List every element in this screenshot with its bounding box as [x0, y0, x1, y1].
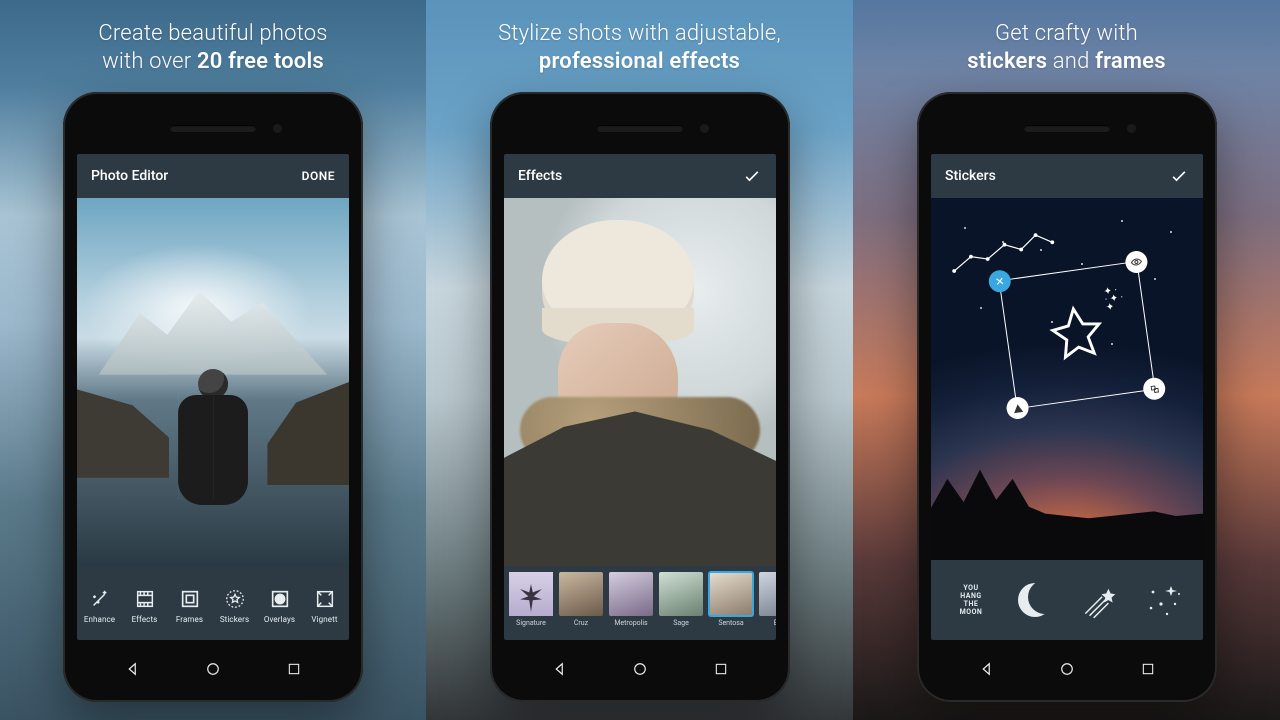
nav-recent-icon[interactable] — [710, 658, 732, 680]
effects-strip[interactable]: Signature Cruz Metropolis Sage Sentosa B… — [504, 566, 776, 640]
phone-speaker — [1024, 125, 1110, 132]
overlay-circle-icon — [268, 587, 292, 611]
stickers-header: Stickers — [931, 154, 1203, 198]
tool-label: Frames — [176, 615, 203, 624]
editor-header: Photo Editor DONE — [77, 154, 349, 198]
apply-check-icon[interactable] — [1169, 166, 1189, 186]
effect-cruz[interactable]: Cruz — [558, 572, 604, 627]
effect-metropolis[interactable]: Metropolis — [608, 572, 654, 627]
effect-sage[interactable]: Sage — [658, 572, 704, 627]
effect-label: Signature — [516, 619, 546, 627]
tool-label: Effects — [132, 615, 158, 624]
nav-home-icon[interactable] — [202, 658, 224, 680]
phone-camera — [1127, 124, 1136, 133]
sample-photo-portrait — [504, 198, 776, 566]
vignette-icon — [313, 587, 337, 611]
tool-label: Overlays — [264, 615, 295, 624]
sample-photo-nightsky: ✦ ·· ✦ ·✦ ✕ — [931, 198, 1203, 560]
effects-header: Effects — [504, 154, 776, 198]
magic-wand-icon — [88, 587, 112, 611]
apply-check-icon[interactable] — [742, 166, 762, 186]
tool-vignette[interactable]: Vignett — [302, 583, 347, 624]
phone-speaker — [170, 125, 256, 132]
twinkle-icon — [1141, 578, 1185, 622]
phone-camera — [700, 124, 709, 133]
person-silhouette — [173, 369, 253, 529]
filmstrip-icon — [133, 587, 157, 611]
tool-enhance[interactable]: Enhance — [77, 583, 122, 624]
star-sticker-icon: ✦ ·· ✦ ·✦ — [1000, 262, 1154, 408]
editor-title: Photo Editor — [91, 168, 168, 184]
effect-sentosa[interactable]: Sentosa — [708, 572, 754, 627]
phone-camera — [273, 124, 282, 133]
sample-photo-landscape — [77, 198, 349, 566]
panel-1-headline: Create beautiful photos with over 20 fre… — [0, 20, 426, 75]
editor-canvas[interactable] — [77, 198, 349, 566]
effect-label: Metropolis — [614, 619, 647, 627]
nav-home-icon[interactable] — [629, 658, 651, 680]
effect-boardwalk[interactable]: Boar — [758, 572, 776, 627]
tool-effects[interactable]: Effects — [122, 583, 167, 624]
shooting-star-icon — [1079, 580, 1119, 620]
sticker-transform-box[interactable]: ✦ ·· ✦ ·✦ ✕ — [999, 261, 1156, 409]
nav-recent-icon[interactable] — [283, 658, 305, 680]
tool-frames[interactable]: Frames — [167, 583, 212, 624]
effects-canvas[interactable] — [504, 198, 776, 566]
sticker-twinkle[interactable] — [1133, 573, 1193, 627]
phone-3-screen: Stickers — [931, 154, 1203, 640]
tool-label: Stickers — [220, 615, 249, 624]
sticker-shooting-star[interactable] — [1069, 573, 1129, 627]
android-navbar — [63, 658, 363, 680]
effect-label: Boar — [774, 619, 776, 627]
phone-speaker — [597, 125, 683, 132]
sticker-palette[interactable]: YOU HANG THE MOON — [931, 560, 1203, 640]
panel-2-headline: Stylize shots with adjustable, professio… — [426, 20, 853, 75]
nav-back-icon[interactable] — [549, 658, 571, 680]
frame-icon — [178, 587, 202, 611]
phone-mockup-1: Photo Editor DONE Enhance E — [63, 92, 363, 702]
stickers-canvas[interactable]: ✦ ·· ✦ ·✦ ✕ — [931, 198, 1203, 560]
phone-1-screen: Photo Editor DONE Enhance E — [77, 154, 349, 640]
tool-label: Enhance — [84, 615, 115, 624]
panel-3-headline: Get crafty with stickers and frames — [853, 20, 1280, 75]
phone-mockup-2: Effects Signature Cruz — [490, 92, 790, 702]
done-button[interactable]: DONE — [302, 169, 335, 183]
moon-icon — [1018, 583, 1052, 617]
phone-2-screen: Effects Signature Cruz — [504, 154, 776, 640]
stickers-title: Stickers — [945, 168, 996, 184]
tool-overlays[interactable]: Overlays — [257, 583, 302, 624]
sticker-you-hang-the-moon[interactable]: YOU HANG THE MOON — [941, 573, 1001, 627]
tool-stickers[interactable]: Stickers — [212, 583, 257, 624]
nav-home-icon[interactable] — [1056, 658, 1078, 680]
effect-label: Cruz — [574, 619, 588, 627]
android-navbar — [490, 658, 790, 680]
sticker-crescent-moon[interactable] — [1005, 573, 1065, 627]
nav-back-icon[interactable] — [976, 658, 998, 680]
effects-title: Effects — [518, 168, 562, 184]
effect-label: Sentosa — [718, 619, 743, 627]
effect-signature[interactable]: Signature — [508, 572, 554, 627]
tool-toolbar: Enhance Effects Frames Stickers — [77, 566, 349, 640]
nav-back-icon[interactable] — [122, 658, 144, 680]
star-circle-icon — [223, 587, 247, 611]
phone-mockup-3: Stickers — [917, 92, 1217, 702]
nav-recent-icon[interactable] — [1137, 658, 1159, 680]
effect-label: Sage — [673, 619, 689, 627]
android-navbar — [917, 658, 1217, 680]
tool-label: Vignett — [311, 615, 337, 624]
